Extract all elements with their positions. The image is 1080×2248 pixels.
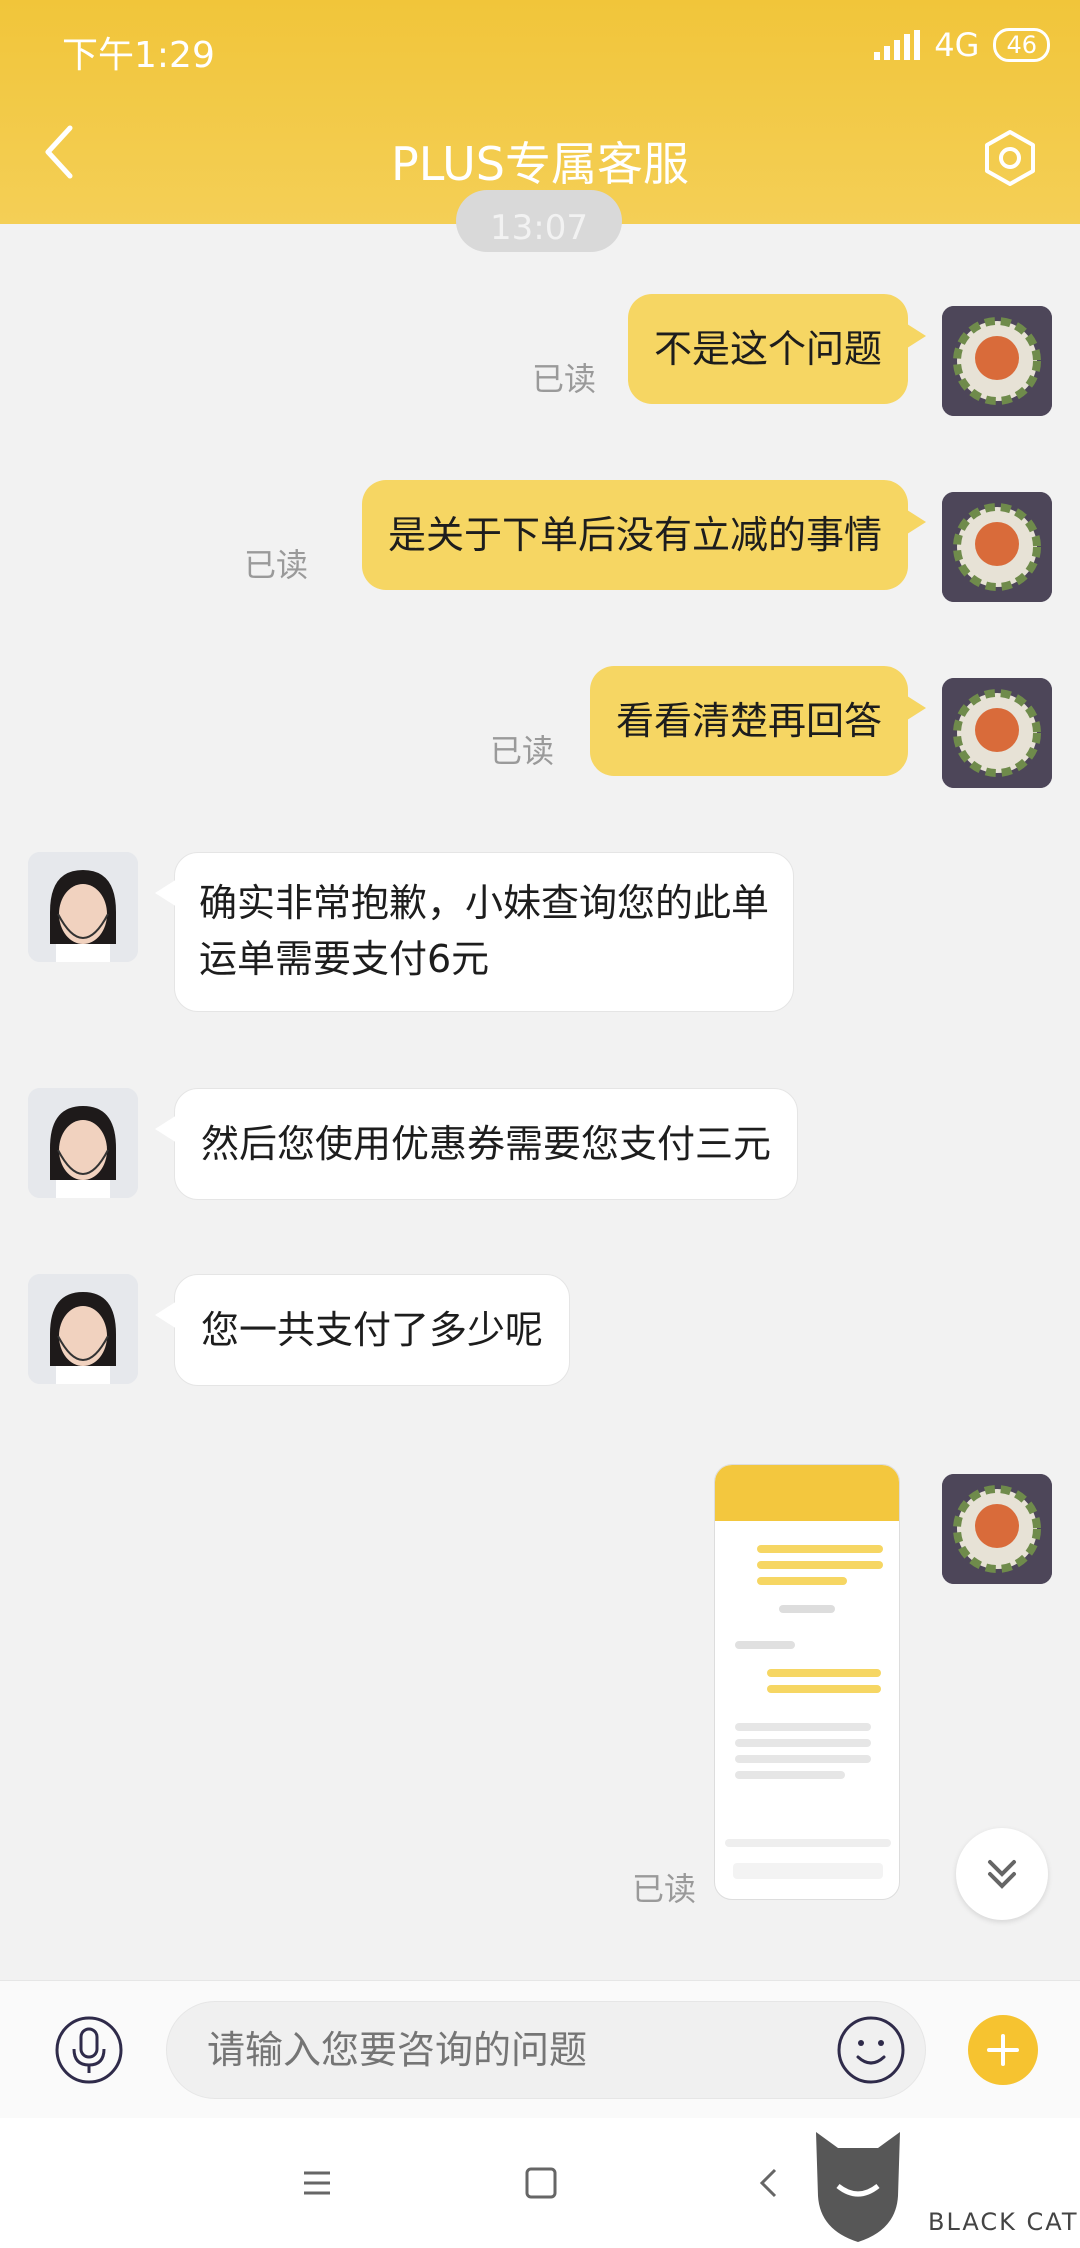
plus-icon [987,2034,1019,2066]
nav-back-icon[interactable] [744,2158,794,2208]
read-receipt: 已读 [632,1870,697,1908]
user-avatar[interactable] [942,1474,1052,1584]
page-title: PLUS专属客服 [391,137,689,191]
watermark-text-en: BLACK CAT [928,2208,1079,2236]
agent-avatar[interactable] [28,1274,138,1384]
cat-logo-icon [816,2132,900,2242]
status-time: 下午1:29 [62,35,215,76]
message-bubble[interactable]: 不是这个问题 [627,294,927,404]
message-input[interactable] [166,2001,926,2099]
message-bubble[interactable]: 是关于下单后没有立减的事情 [361,480,927,590]
read-receipt: 已读 [244,546,309,584]
read-receipt: 已读 [532,360,597,398]
agent-avatar[interactable] [28,852,138,962]
image-message[interactable] [714,1464,900,1900]
time-separator: 13:07 [456,190,622,252]
user-avatar[interactable] [942,492,1052,602]
network-label: 4G [934,26,980,64]
message-line: 确实非常抱歉，小妹查询您的此单 [199,881,770,925]
user-avatar[interactable] [942,678,1052,788]
signal-icon [874,30,921,60]
message-bubble[interactable]: 然后您使用优惠券需要您支付三元 [154,1088,799,1200]
read-receipt: 已读 [490,732,555,770]
image-header [715,1465,899,1521]
menu-icon[interactable] [292,2158,342,2208]
message-bubble[interactable]: 您一共支付了多少呢 [154,1274,571,1386]
input-bar [0,1980,1080,2118]
emoji-icon[interactable] [836,2015,906,2085]
watermark-logo: 黑猫 BLACK CAT [808,2126,1080,2248]
user-avatar[interactable] [942,306,1052,416]
plus-button[interactable] [968,2015,1038,2085]
scroll-down-button[interactable] [956,1828,1048,1920]
chat-area[interactable]: 13:07 不是这个问题 已读 是关于下单后没有立减的事情 已读 看看清楚再回答… [0,190,1080,1980]
mic-icon[interactable] [54,2015,124,2085]
message-line: 运单需要支付6元 [199,937,490,981]
battery-icon: 46 [993,28,1050,62]
home-icon[interactable] [516,2158,566,2208]
agent-avatar[interactable] [28,1088,138,1198]
settings-icon[interactable] [980,128,1040,188]
scroll-down-icon [988,1860,1016,1889]
status-icons: 4G 46 [874,26,1050,64]
message-bubble[interactable]: 确实非常抱歉，小妹查询您的此单 运单需要支付6元 [154,852,795,1012]
message-bubble[interactable]: 看看清楚再回答 [589,666,927,776]
